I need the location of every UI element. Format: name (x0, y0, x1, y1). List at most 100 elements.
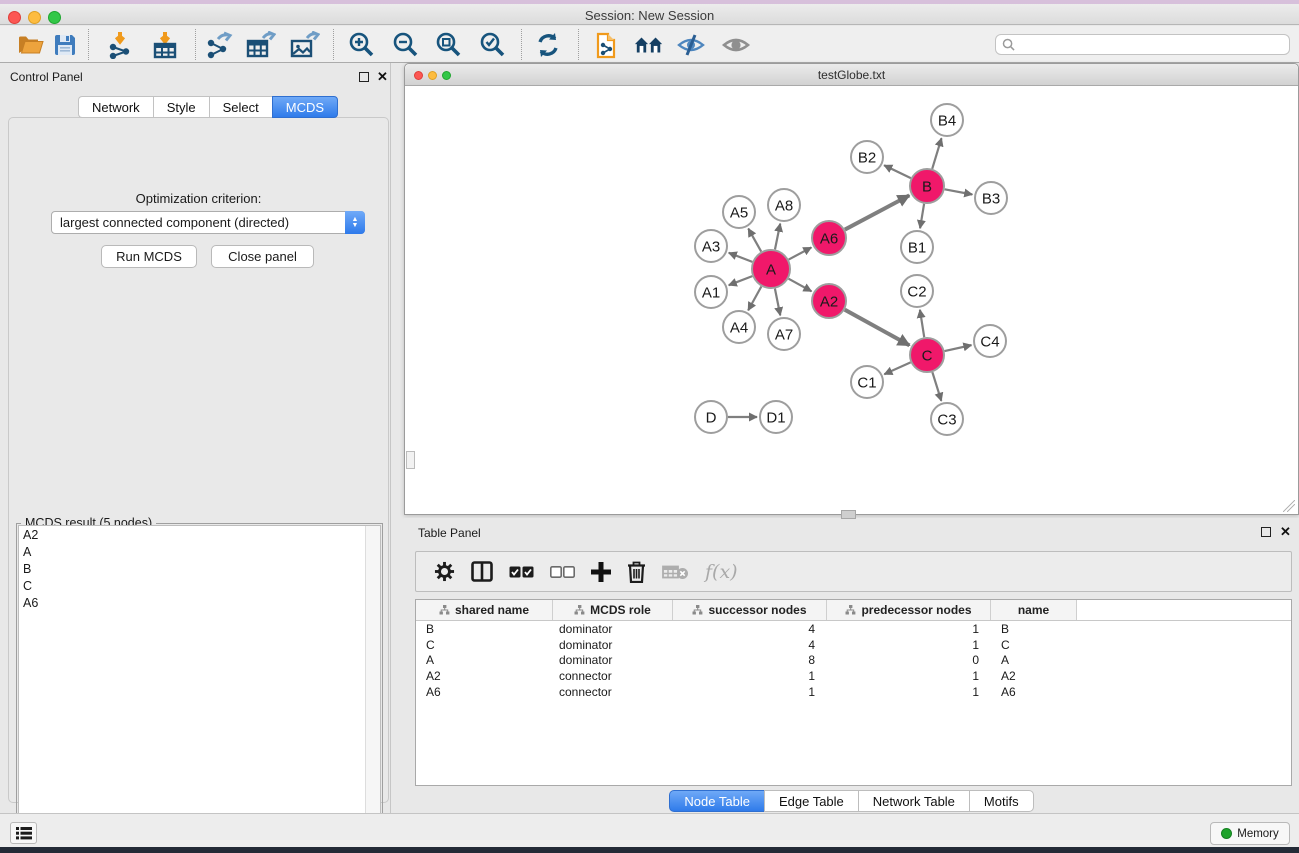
graph-edge-A-A7[interactable] (775, 289, 780, 316)
graph-edge-A-A2[interactable] (789, 279, 812, 292)
tab-network-table[interactable]: Network Table (858, 790, 969, 812)
graph-node-A2[interactable]: A2 (812, 284, 846, 318)
graph-node-C3[interactable]: C3 (931, 403, 963, 435)
tab-motifs[interactable]: Motifs (969, 790, 1034, 812)
toolbar-search[interactable] (995, 34, 1290, 55)
table-row[interactable]: A6connector11A6 (416, 684, 1291, 700)
unselect-all-columns-icon[interactable] (550, 566, 575, 578)
import-table-icon[interactable] (150, 30, 180, 60)
node-table[interactable]: shared name MCDS role successor nodes pr… (415, 599, 1292, 786)
table-row[interactable]: A2connector11A2 (416, 668, 1291, 684)
gear-icon[interactable] (434, 561, 455, 582)
list-item[interactable]: B (19, 560, 380, 577)
network-graph[interactable]: B4B2BB3A5A8A6A3B1AA1C2A2A4A7C4CC1DD1C3 (406, 87, 1297, 514)
table-row[interactable]: Adominator80A (416, 653, 1291, 669)
canvas-scroll-mark[interactable] (406, 451, 415, 469)
graph-node-C[interactable]: C (910, 338, 944, 372)
table-row[interactable]: Cdominator41C (416, 637, 1291, 653)
graph-node-A1[interactable]: A1 (695, 276, 727, 308)
graph-node-B[interactable]: B (910, 169, 944, 203)
graph-edge-B-B4[interactable] (932, 138, 941, 169)
function-builder-icon[interactable]: f(x) (705, 561, 738, 583)
column-header[interactable]: predecessor nodes (827, 600, 991, 620)
zoom-out-icon[interactable] (391, 30, 421, 60)
run-mcds-button[interactable]: Run MCDS (101, 245, 197, 268)
tab-node-table[interactable]: Node Table (669, 790, 764, 812)
graph-node-B2[interactable]: B2 (851, 141, 883, 173)
delete-column-icon[interactable] (627, 561, 646, 583)
graph-node-D1[interactable]: D1 (760, 401, 792, 433)
graph-edge-B-B3[interactable] (945, 189, 973, 194)
graph-edge-B-B1[interactable] (920, 204, 924, 228)
graph-edge-C-C4[interactable] (945, 345, 972, 351)
tab-network[interactable]: Network (78, 96, 153, 118)
graph-edge-A2-C[interactable] (845, 310, 910, 346)
zoom-selected-icon[interactable] (478, 30, 508, 60)
save-session-icon[interactable] (50, 30, 80, 60)
splitter-handle[interactable] (841, 510, 856, 519)
graph-edge-C-C1[interactable] (884, 362, 910, 374)
refresh-icon[interactable] (533, 30, 563, 60)
import-network-icon[interactable] (105, 30, 135, 60)
graph-node-D[interactable]: D (695, 401, 727, 433)
show-columns-icon[interactable] (471, 561, 493, 582)
network-window-titlebar[interactable]: testGlobe.txt (405, 64, 1298, 86)
select-all-columns-icon[interactable] (509, 566, 534, 578)
zoom-fit-icon[interactable] (434, 30, 464, 60)
column-header[interactable]: name (991, 600, 1077, 620)
create-column-icon[interactable] (591, 562, 611, 582)
graph-node-A4[interactable]: A4 (723, 311, 755, 343)
graph-edge-A-A1[interactable] (729, 276, 753, 285)
list-item[interactable]: C (19, 577, 380, 594)
network-canvas[interactable]: B4B2BB3A5A8A6A3B1AA1C2A2A4A7C4CC1DD1C3 (406, 87, 1297, 514)
mcds-result-list[interactable]: A2 A B C A6 (18, 525, 381, 846)
graph-edge-B-B2[interactable] (884, 165, 911, 178)
graph-edge-A-A4[interactable] (748, 287, 761, 311)
network-overview-icon[interactable] (634, 30, 664, 60)
list-scrollbar[interactable] (365, 526, 380, 845)
graph-node-C1[interactable]: C1 (851, 366, 883, 398)
graph-node-A6[interactable]: A6 (812, 221, 846, 255)
window-resize-grip[interactable] (1283, 500, 1295, 512)
tab-edge-table[interactable]: Edge Table (764, 790, 858, 812)
open-file-icon[interactable] (15, 30, 45, 60)
zoom-in-icon[interactable] (347, 30, 377, 60)
close-panel-button[interactable]: Close panel (211, 245, 314, 268)
column-header[interactable]: MCDS role (553, 600, 673, 620)
hide-graphics-details-icon[interactable] (676, 30, 706, 60)
graph-edge-A-A3[interactable] (729, 253, 753, 262)
search-input[interactable] (1015, 38, 1283, 52)
task-history-button[interactable] (10, 822, 37, 844)
column-header[interactable]: successor nodes (673, 600, 827, 620)
tab-mcds[interactable]: MCDS (272, 96, 338, 118)
delete-table-icon[interactable] (662, 564, 689, 580)
optimization-criterion-select[interactable]: largest connected component (directed) ▲… (51, 211, 365, 234)
memory-button[interactable]: Memory (1210, 822, 1290, 845)
float-table-panel-icon[interactable] (1261, 527, 1271, 537)
graph-edge-A-A5[interactable] (748, 229, 761, 252)
tab-style[interactable]: Style (153, 96, 209, 118)
graph-edge-A-A8[interactable] (775, 224, 780, 250)
graph-node-B4[interactable]: B4 (931, 104, 963, 136)
list-item[interactable]: A2 (19, 526, 380, 543)
graph-edge-A6-B[interactable] (845, 195, 909, 229)
export-table-icon[interactable] (246, 30, 276, 60)
graph-node-C4[interactable]: C4 (974, 325, 1006, 357)
new-network-from-selection-icon[interactable] (592, 30, 622, 60)
graph-edge-C-C2[interactable] (920, 310, 924, 337)
tab-select[interactable]: Select (209, 96, 272, 118)
graph-node-A3[interactable]: A3 (695, 230, 727, 262)
graph-node-A7[interactable]: A7 (768, 318, 800, 350)
graph-edge-C-C3[interactable] (932, 372, 941, 401)
graph-edge-A-A6[interactable] (789, 247, 812, 259)
graph-node-A[interactable]: A (752, 250, 790, 288)
show-graphics-details-icon[interactable] (721, 30, 751, 60)
close-table-panel-icon[interactable]: ✕ (1280, 527, 1291, 537)
graph-node-A8[interactable]: A8 (768, 189, 800, 221)
graph-node-B1[interactable]: B1 (901, 231, 933, 263)
export-network-icon[interactable] (204, 30, 234, 60)
table-row[interactable]: Bdominator41B (416, 621, 1291, 637)
export-image-icon[interactable] (290, 30, 320, 60)
graph-node-C2[interactable]: C2 (901, 275, 933, 307)
list-item[interactable]: A6 (19, 594, 380, 611)
